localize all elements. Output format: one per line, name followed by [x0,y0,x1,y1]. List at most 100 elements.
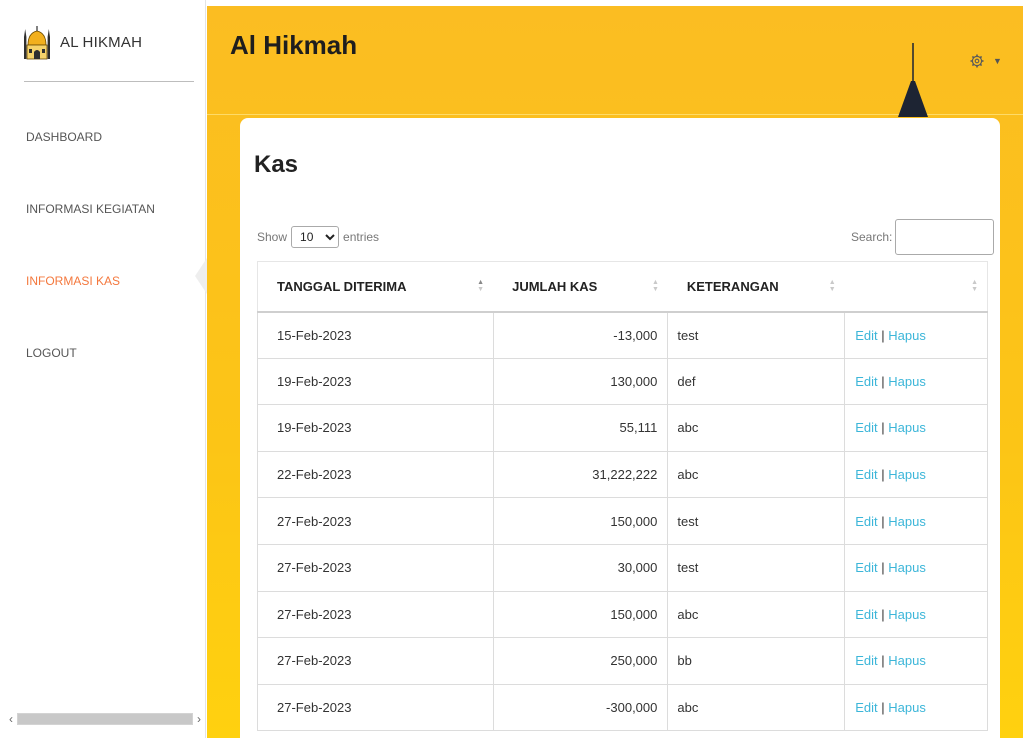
search-label: Search: [851,230,893,244]
content-card: Kas Show 10 entries Search: TANGGAL DITE… [240,118,1000,738]
sort-ascending-icon: ▲ ▼ [477,279,485,293]
mosque-icon [24,26,50,60]
cell-tanggal: 27-Feb-2023 [257,637,494,685]
cell-keterangan: test [667,497,846,545]
search-input[interactable] [895,219,995,255]
gear-icon[interactable] [970,54,984,68]
sort-icon: ▲ ▼ [828,279,836,293]
edit-link[interactable]: Edit [855,374,877,389]
separator: | [881,700,885,716]
separator: | [881,327,885,343]
kas-table: TANGGAL DITERIMA ▲ ▼ JUMLAH KAS ▲ ▼ KETERA… [257,261,988,732]
delete-link[interactable]: Hapus [888,700,926,715]
cell-actions: Edit | Hapus [844,451,988,499]
page-header-title: Al Hikmah [230,30,358,60]
table-row: 22-Feb-2023 31,222,222 abc Edit | Hapus [257,451,988,499]
sidebar-item-dashboard[interactable]: DASHBOARD [26,130,102,144]
cell-actions: Edit | Hapus [844,684,988,732]
cell-keterangan: def [667,358,846,406]
sidebar-item-informasi-kegiatan[interactable]: INFORMASI KEGIATAN [26,202,155,216]
caret-down-icon[interactable]: ▼ [993,56,1002,66]
brand-name: AL HIKMAH [60,33,143,51]
sort-icon: ▲ ▼ [651,279,659,293]
column-header-tanggal[interactable]: TANGGAL DITERIMA ▲ ▼ [257,261,494,313]
edit-link[interactable]: Edit [855,328,877,343]
cell-keterangan: abc [667,404,846,452]
delete-link[interactable]: Hapus [888,560,926,575]
cell-tanggal: 27-Feb-2023 [257,544,494,592]
delete-link[interactable]: Hapus [888,420,926,435]
table-row: 19-Feb-2023 55,111 abc Edit | Hapus [257,404,988,452]
cell-tanggal: 19-Feb-2023 [257,358,494,406]
cell-keterangan: test [667,311,846,359]
column-header-label: TANGGAL DITERIMA [277,278,407,294]
edit-link[interactable]: Edit [855,607,877,622]
cell-keterangan: abc [667,684,846,732]
cell-keterangan: test [667,544,846,592]
divider [24,81,194,82]
table-row: 27-Feb-2023 150,000 abc Edit | Hapus [257,591,988,639]
cell-actions: Edit | Hapus [844,544,988,592]
column-header-jumlah[interactable]: JUMLAH KAS ▲ ▼ [493,261,668,313]
separator: | [881,420,885,436]
delete-link[interactable]: Hapus [888,328,926,343]
separator: | [881,467,885,483]
delete-link[interactable]: Hapus [888,374,926,389]
cell-actions: Edit | Hapus [844,637,988,685]
separator: | [881,560,885,576]
cell-jumlah: -300,000 [493,684,669,732]
horizontal-scrollbar[interactable]: ‹ › [5,712,205,726]
cell-jumlah: 150,000 [493,591,669,639]
sidebar-item-logout[interactable]: LOGOUT [26,346,77,360]
scrollbar-track[interactable] [17,713,193,725]
table-row: 27-Feb-2023 30,000 test Edit | Hapus [257,544,988,592]
delete-link[interactable]: Hapus [888,607,926,622]
page-title: Kas [254,151,299,178]
cell-actions: Edit | Hapus [844,591,988,639]
cell-tanggal: 27-Feb-2023 [257,591,494,639]
cell-keterangan: bb [667,637,846,685]
edit-link[interactable]: Edit [855,467,877,482]
scroll-left-icon[interactable]: ‹ [5,712,17,726]
edit-link[interactable]: Edit [855,420,877,435]
table-body: 15-Feb-2023 -13,000 test Edit | Hapus 19-Fe… [257,311,988,732]
brand[interactable]: AL HIKMAH [24,22,142,62]
cell-jumlah: -13,000 [493,311,669,359]
scroll-right-icon[interactable]: › [193,712,205,726]
delete-link[interactable]: Hapus [888,653,926,668]
separator: | [881,513,885,529]
cell-actions: Edit | Hapus [844,404,988,452]
minaret-decoration [898,43,928,117]
table-row: 27-Feb-2023 250,000 bb Edit | Hapus [257,637,988,685]
edit-link[interactable]: Edit [855,514,877,529]
cell-jumlah: 31,222,222 [493,451,669,499]
table-row: 27-Feb-2023 150,000 test Edit | Hapus [257,497,988,545]
delete-link[interactable]: Hapus [888,467,926,482]
column-header-label: JUMLAH KAS [512,278,598,294]
table-header-row: TANGGAL DITERIMA ▲ ▼ JUMLAH KAS ▲ ▼ KETERA… [257,261,988,313]
cell-jumlah: 55,111 [493,404,669,452]
column-header-action[interactable]: ▲ ▼ [844,261,988,313]
edit-link[interactable]: Edit [855,560,877,575]
cell-jumlah: 130,000 [493,358,669,406]
entries-select[interactable]: 10 [291,226,340,248]
separator: | [881,606,885,622]
sidebar-item-informasi-kas[interactable]: INFORMASI KAS [26,274,120,288]
search-control: Search: [851,219,995,255]
edit-link[interactable]: Edit [855,700,877,715]
edit-link[interactable]: Edit [855,653,877,668]
cell-tanggal: 19-Feb-2023 [257,404,494,452]
cell-tanggal: 27-Feb-2023 [257,684,494,732]
scrollbar-thumb[interactable] [18,714,192,724]
separator: | [881,373,885,389]
column-header-keterangan[interactable]: KETERANGAN ▲ ▼ [667,261,845,313]
length-prefix: Show [257,230,288,244]
table-row: 15-Feb-2023 -13,000 test Edit | Hapus [257,311,988,359]
cell-jumlah: 30,000 [493,544,669,592]
entries-length-control: Show 10 entries [257,226,379,248]
length-suffix: entries [343,230,380,244]
table-row: 27-Feb-2023 -300,000 abc Edit | Hapus [257,684,988,732]
cell-actions: Edit | Hapus [844,497,988,545]
column-header-label: KETERANGAN [686,278,779,294]
delete-link[interactable]: Hapus [888,514,926,529]
